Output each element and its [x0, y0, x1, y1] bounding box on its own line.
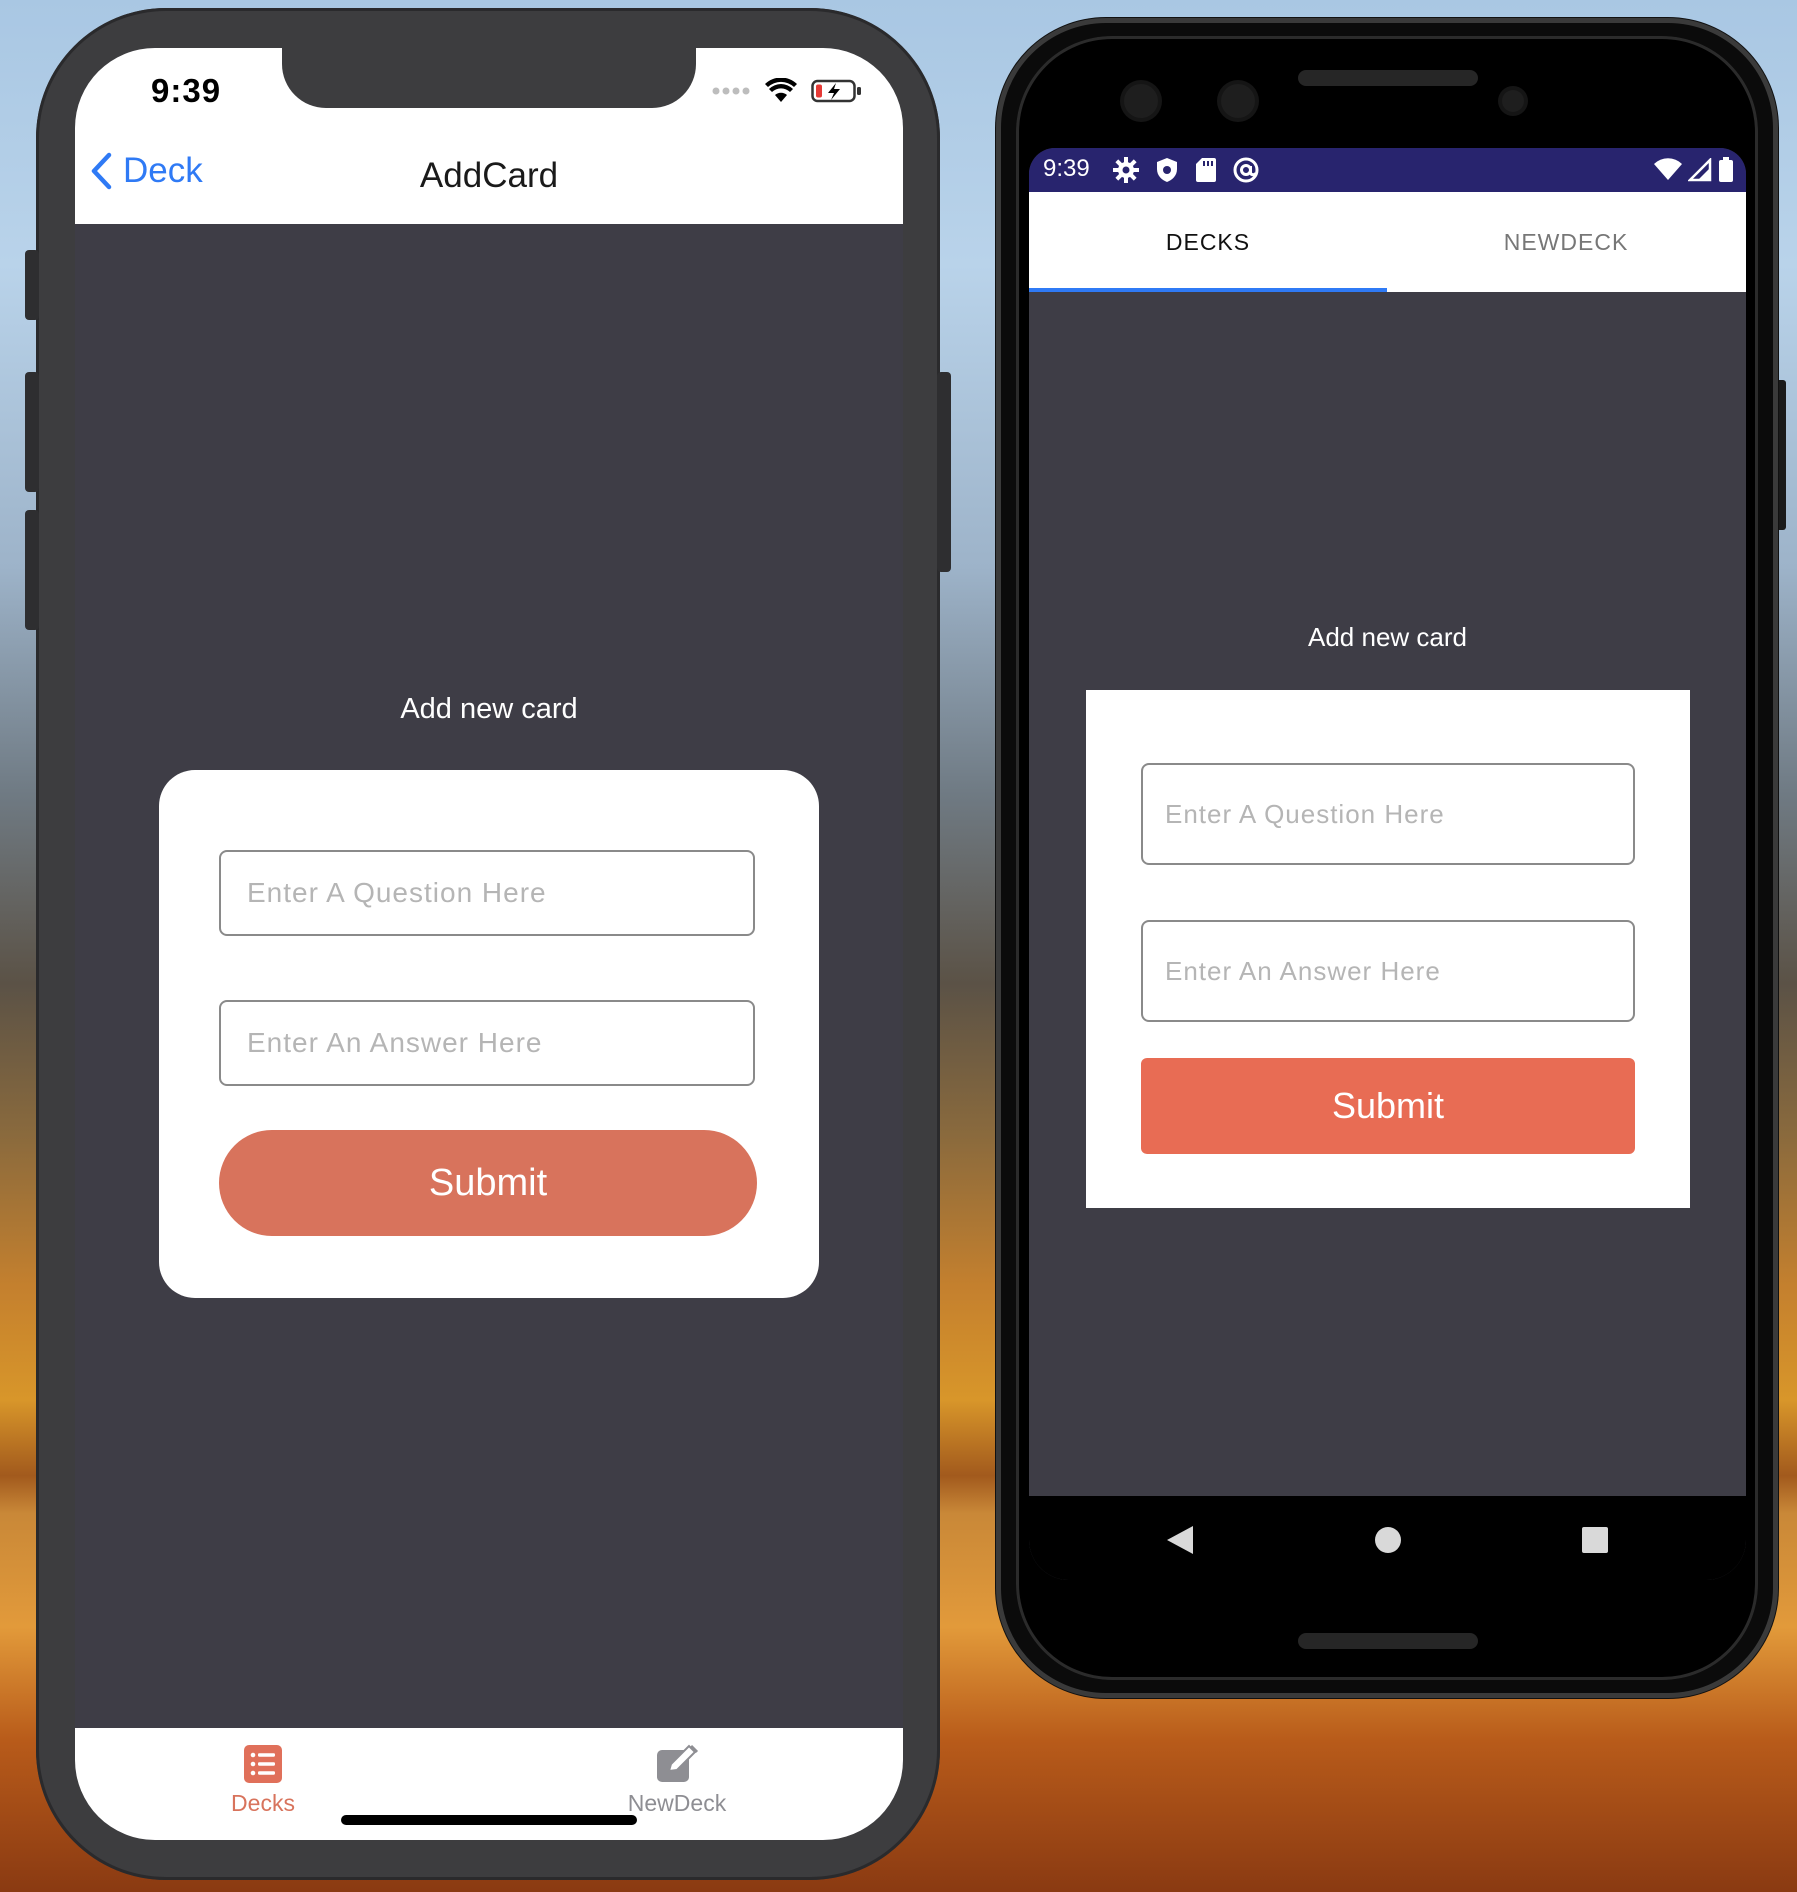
- battery-charging-icon: [811, 79, 861, 103]
- bottom-speaker: [1298, 1633, 1478, 1649]
- android-status-right-icons: [1654, 157, 1734, 183]
- android-top-tabs: DECKS NEWDECK: [1029, 192, 1746, 292]
- answer-input[interactable]: Enter An Answer Here: [219, 1000, 755, 1086]
- add-card-form-android: Enter A Question Here Enter An Answer He…: [1086, 690, 1690, 1208]
- android-status-bar: 9:39: [1029, 148, 1746, 192]
- front-camera-left: [1124, 84, 1158, 118]
- top-speaker: [1298, 70, 1478, 86]
- tab-decks-label: Decks: [231, 1790, 295, 1816]
- home-icon[interactable]: [1374, 1526, 1402, 1554]
- signal-icon: [1688, 158, 1712, 182]
- ios-volume-up-button: [25, 372, 39, 492]
- tab-newdeck[interactable]: NewDeck: [577, 1744, 777, 1817]
- at-icon: [1233, 157, 1259, 183]
- ios-notch: [282, 48, 696, 108]
- ios-power-button: [937, 372, 951, 572]
- android-navigation-bar: [1029, 1496, 1746, 1580]
- tab-newdeck-label: NewDeck: [627, 1790, 727, 1816]
- ios-status-time: 9:39: [151, 72, 222, 109]
- question-placeholder: Enter A Question Here: [247, 877, 547, 908]
- android-status-time: 9:39: [1043, 155, 1090, 182]
- android-screen: 9:39 DECKS NEWDECK Add new card Enter A …: [1029, 148, 1746, 1580]
- ios-screen: 9:39 Deck AddCard Add new card Enter A Q…: [75, 48, 903, 1840]
- answer-input-android[interactable]: Enter An Answer Here: [1141, 920, 1635, 1022]
- question-input[interactable]: Enter A Question Here: [219, 850, 755, 936]
- edit-icon: [657, 1744, 699, 1782]
- add-card-heading-android: Add new card: [1308, 622, 1467, 652]
- question-placeholder-android: Enter A Question Here: [1165, 798, 1445, 829]
- android-status-left-icons: [1113, 157, 1259, 183]
- wifi-icon: [765, 78, 797, 102]
- ios-volume-down-button: [25, 510, 39, 630]
- add-card-form: Enter A Question Here Enter An Answer He…: [159, 770, 819, 1298]
- recents-icon[interactable]: [1581, 1526, 1609, 1554]
- tab-decks-android[interactable]: DECKS: [1029, 192, 1387, 292]
- front-camera-right: [1221, 84, 1255, 118]
- tab-newdeck-android[interactable]: NEWDECK: [1387, 192, 1745, 292]
- ios-side-button-silent: [25, 250, 39, 320]
- submit-button[interactable]: Submit: [219, 1130, 757, 1236]
- add-card-heading: Add new card: [400, 693, 578, 725]
- signal-dots-icon: [712, 87, 750, 95]
- ios-status-icons: [711, 78, 863, 104]
- sd-card-icon: [1196, 158, 1216, 182]
- back-icon[interactable]: [1165, 1524, 1195, 1556]
- tab-decks-android-label: DECKS: [1165, 228, 1251, 255]
- wifi-icon: [1654, 158, 1682, 180]
- answer-placeholder: Enter An Answer Here: [247, 1027, 543, 1058]
- page-title: AddCard: [419, 156, 559, 195]
- tab-decks[interactable]: Decks: [163, 1744, 363, 1817]
- answer-placeholder-android: Enter An Answer Here: [1165, 955, 1441, 986]
- active-tab-indicator: [1029, 288, 1387, 292]
- home-indicator[interactable]: [341, 1815, 637, 1825]
- list-icon: [244, 1745, 282, 1783]
- submit-button-android[interactable]: Submit: [1141, 1058, 1635, 1154]
- tab-newdeck-android-label: NEWDECK: [1503, 228, 1629, 255]
- gear-icon: [1113, 157, 1139, 183]
- battery-icon: [1719, 157, 1733, 182]
- shield-icon: [1157, 158, 1177, 182]
- proximity-sensor: [1502, 90, 1524, 112]
- question-input-android[interactable]: Enter A Question Here: [1141, 763, 1635, 865]
